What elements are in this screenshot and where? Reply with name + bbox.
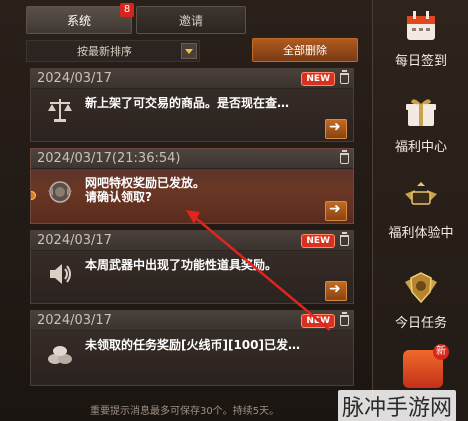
sidebar-item-label: 福利中心 <box>394 140 447 155</box>
wing-badge-icon <box>405 182 437 205</box>
sidebar-item-label: 每日签到 <box>394 54 447 69</box>
shield-badge-icon <box>405 272 437 304</box>
sidebar-item-daily-checkin[interactable]: 每日签到 <box>373 0 468 80</box>
sidebar-item-label: 福利体验中 <box>388 226 454 241</box>
sidebar-item-daily-task[interactable]: 今日任务 <box>373 262 468 342</box>
sidebar-item-welfare-trial[interactable]: 福利体验中 <box>373 172 468 252</box>
sidebar-item-promo[interactable]: 新 <box>403 344 449 388</box>
game-message-screen: 系统 8 邀请 按最新排序 全部删除 2024/03/17 NEW 新上架了可交… <box>0 0 468 421</box>
sidebar-item-label: 今日任务 <box>394 316 447 331</box>
right-sidebar: 每日签到 福利中心 福利体验中 今日任务 新 <box>372 0 468 421</box>
calendar-icon <box>407 11 435 40</box>
watermark: 脉冲手游网 <box>338 390 457 421</box>
sidebar-item-welfare-center[interactable]: 福利中心 <box>373 86 468 166</box>
gift-icon <box>406 99 436 126</box>
new-corner-badge: 新 <box>433 344 449 360</box>
